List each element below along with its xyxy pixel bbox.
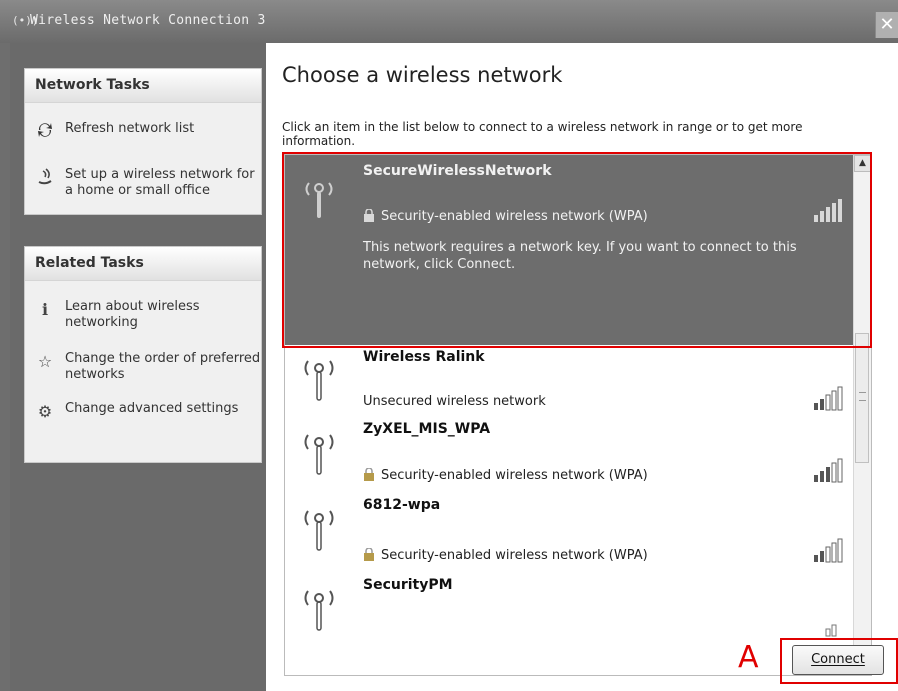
task-pane: Network Tasks Refresh network list Set u… <box>10 43 266 691</box>
wireless-setup-icon <box>34 167 56 189</box>
antenna-icon <box>304 434 334 475</box>
network-name: SecureWirelessNetwork <box>363 163 552 179</box>
network-name: 6812-wpa <box>363 497 441 513</box>
callout-label: A <box>738 640 759 675</box>
star-icon: ☆ <box>37 352 53 371</box>
task-setup-wireless-network[interactable]: Set up a wireless network for a home or … <box>25 167 261 199</box>
network-status-text: Security-enabled wireless network (WPA) <box>381 548 648 563</box>
task-label: Change advanced settings <box>65 401 239 416</box>
signal-strength-icon <box>825 624 837 637</box>
network-name: SecurityPM <box>363 577 453 593</box>
network-tasks-panel: Network Tasks Refresh network list Set u… <box>24 68 262 215</box>
signal-strength-icon <box>814 386 843 411</box>
network-status-text: Unsecured wireless network <box>363 394 546 409</box>
lock-icon <box>364 468 374 481</box>
page-title: Choose a wireless network <box>282 63 563 87</box>
task-label: Set up a wireless network for a home or … <box>65 167 255 198</box>
antenna-icon <box>304 510 334 551</box>
task-change-advanced[interactable]: ⚙ Change advanced settings <box>25 401 261 421</box>
network-status-text: Security-enabled wireless network (WPA) <box>381 209 648 224</box>
info-icon: i <box>41 300 49 319</box>
window-title: Wireless Network Connection 3 <box>30 13 266 28</box>
task-refresh-network-list[interactable]: Refresh network list <box>25 121 261 137</box>
network-item[interactable]: SecureWirelessNetwork Security-enabled w… <box>285 155 853 345</box>
network-status: Unsecured wireless network <box>363 394 546 409</box>
network-item[interactable]: Wireless Ralink Unsecured wireless netwo… <box>285 345 853 417</box>
connect-button[interactable]: Connect <box>792 645 884 675</box>
instruction-text: Click an item in the list below to conne… <box>282 120 803 148</box>
network-status-text: Security-enabled wireless network (WPA) <box>381 468 648 483</box>
network-description: This network requires a network key. If … <box>363 240 797 272</box>
network-list: SecureWirelessNetwork Security-enabled w… <box>284 154 872 676</box>
network-item[interactable]: SecurityPM <box>285 573 853 675</box>
settings-icon: ⚙ <box>37 402 53 421</box>
network-name: ZyXEL_MIS_WPA <box>363 421 491 437</box>
signal-strength-icon <box>814 458 843 483</box>
scroll-thumb[interactable] <box>855 333 869 463</box>
lock-icon <box>364 209 374 222</box>
task-label: Change the order of preferred networks <box>65 351 261 382</box>
scroll-grip <box>859 392 866 401</box>
title-bar[interactable]: (•)) Wireless Network Connection 3 ✕ <box>0 0 898 43</box>
related-tasks-header: Related Tasks <box>25 247 261 281</box>
network-status: Security-enabled wireless network (WPA) <box>363 548 648 563</box>
task-label: Learn about wireless networking <box>65 299 200 330</box>
scroll-up-button[interactable]: ▲ <box>854 155 871 172</box>
antenna-icon <box>305 182 333 218</box>
signal-strength-icon <box>814 199 842 222</box>
antenna-icon <box>304 360 334 401</box>
lock-icon <box>364 548 374 561</box>
antenna-icon <box>304 590 334 631</box>
main-pane: Choose a wireless network Click an item … <box>266 43 898 691</box>
network-status: Security-enabled wireless network (WPA) <box>363 468 648 483</box>
network-status: Security-enabled wireless network (WPA) <box>363 209 648 224</box>
task-label: Refresh network list <box>65 121 195 136</box>
network-name: Wireless Ralink <box>363 349 485 365</box>
wireless-network-window: (•)) Wireless Network Connection 3 ✕ Net… <box>0 0 898 691</box>
network-item[interactable]: ZyXEL_MIS_WPA Security-enabled wireless … <box>285 417 853 493</box>
close-button[interactable]: ✕ <box>875 12 898 38</box>
network-item[interactable]: 6812-wpa Security-enabled wireless netwo… <box>285 493 853 573</box>
list-scrollbar[interactable]: ▲ ▼ <box>853 155 871 675</box>
refresh-icon <box>34 121 56 143</box>
network-tasks-header: Network Tasks <box>25 69 261 103</box>
task-change-order[interactable]: ☆ Change the order of preferred networks <box>25 351 261 383</box>
signal-strength-icon <box>814 538 843 563</box>
task-learn-wireless[interactable]: i Learn about wireless networking <box>25 299 261 331</box>
related-tasks-panel: Related Tasks i Learn about wireless net… <box>24 246 262 463</box>
